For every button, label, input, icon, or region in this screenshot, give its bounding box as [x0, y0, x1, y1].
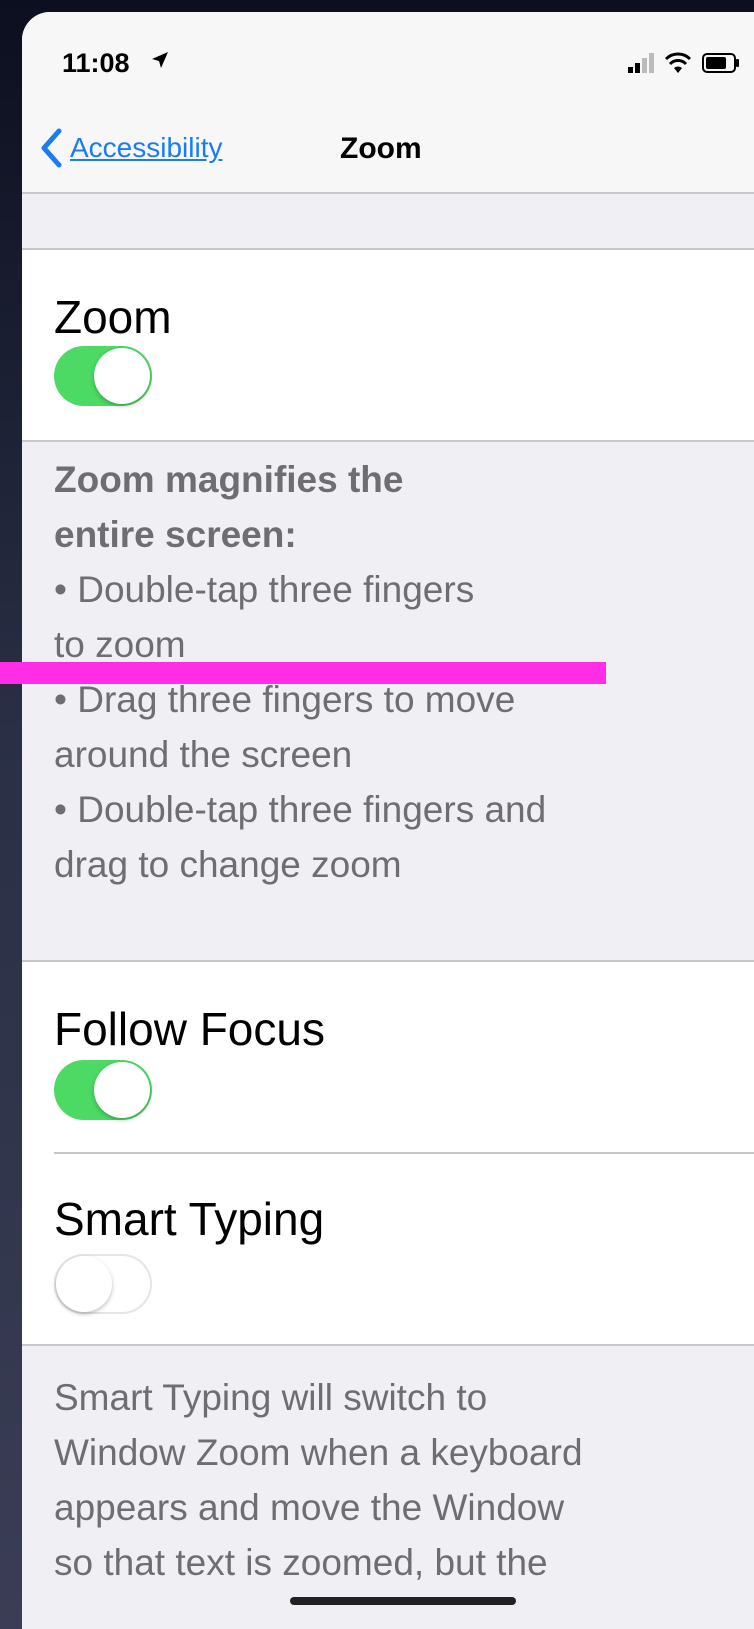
strikethrough-annotation — [290, 1597, 516, 1605]
description-line: appears and move the Window — [54, 1487, 565, 1528]
wifi-icon — [664, 52, 692, 73]
description-heading-line: Zoom magnifies the — [54, 459, 404, 500]
zoom-toggle[interactable] — [54, 346, 152, 406]
smart-typing-cell: Smart Typing — [22, 1154, 754, 1344]
toggle-knob — [94, 1062, 150, 1118]
zoom-label: Zoom — [54, 291, 172, 343]
description-line: around the screen — [54, 734, 353, 775]
page-title: Zoom — [340, 132, 422, 165]
description-line: Window Zoom when a keyboard — [54, 1432, 583, 1473]
smart-typing-label: Smart Typing — [54, 1193, 325, 1245]
follow-focus-cell: Follow Focus — [22, 962, 754, 1154]
battery-icon — [702, 53, 739, 73]
highlight-annotation-bar — [0, 662, 606, 684]
description-line: Smart Typing will switch to — [54, 1377, 488, 1418]
chevron-left-icon — [41, 128, 62, 168]
back-button[interactable]: Accessibility — [40, 126, 222, 170]
description-line: drag to change zoom — [54, 844, 402, 885]
cellular-signal-icon — [628, 53, 654, 73]
description-line: • Double-tap three fingers — [54, 569, 475, 610]
phone-screen: 11:08 Accessibility Zoom Zoom Zoom magni… — [22, 12, 754, 1629]
location-arrow-icon — [152, 52, 168, 68]
status-time: 11:08 — [62, 48, 130, 78]
toggle-knob — [56, 1256, 112, 1312]
description-heading-line: entire screen: — [54, 514, 297, 555]
smart-typing-description: Smart Typing will switch to Window Zoom … — [54, 1370, 734, 1590]
description-line: • Double-tap three fingers and — [54, 789, 547, 830]
divider — [22, 440, 754, 442]
follow-focus-label: Follow Focus — [54, 1003, 325, 1055]
navigation-bar: Accessibility Zoom — [22, 102, 754, 194]
back-button-label: Accessibility — [70, 132, 223, 163]
description-line: so that text is zoomed, but the — [54, 1542, 548, 1583]
status-bar: 11:08 — [22, 12, 754, 102]
smart-typing-toggle[interactable] — [54, 1254, 152, 1314]
follow-focus-toggle[interactable] — [54, 1060, 152, 1120]
divider — [22, 1344, 754, 1346]
toggle-knob — [94, 348, 150, 404]
status-icons — [628, 52, 740, 74]
zoom-cell: Zoom — [22, 250, 754, 440]
